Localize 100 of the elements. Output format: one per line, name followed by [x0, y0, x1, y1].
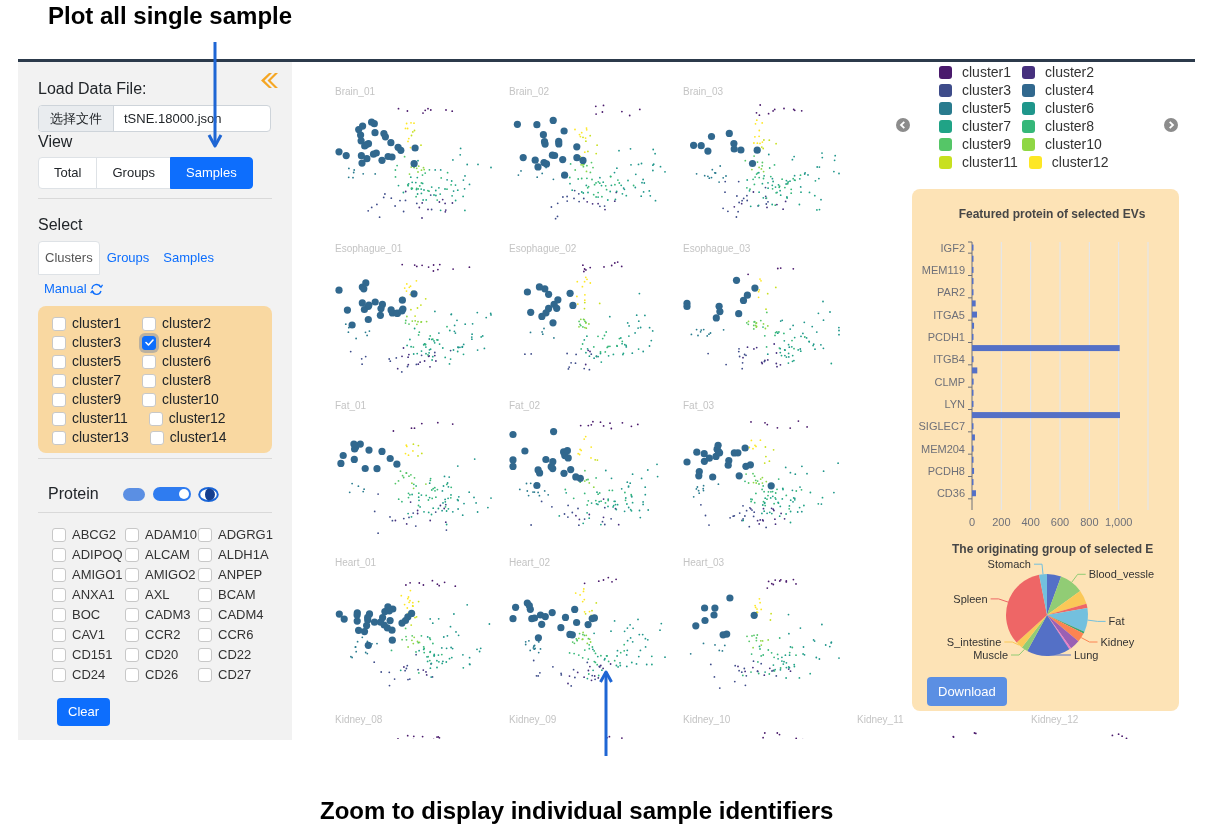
sample-label: Kidney_10: [683, 713, 731, 727]
checkbox-label: AMIGO2: [145, 566, 196, 584]
sample-label: Kidney_09: [509, 713, 557, 727]
checkbox-label: CD24: [72, 666, 106, 684]
sample-label: Esophague_01: [335, 242, 403, 256]
checkbox-label: CD22: [218, 646, 252, 664]
axis-label: CLMP: [934, 375, 965, 388]
sample-label: Kidney_11: [857, 713, 904, 727]
section-heading: Select: [38, 215, 83, 235]
checkbox-label: ALDH1A: [218, 546, 269, 564]
slice-label: S_intestine: [946, 636, 1002, 648]
checkbox-label: BOC: [72, 606, 101, 624]
sample-label: Fat_03: [683, 399, 715, 413]
checkbox-label: CAV1: [72, 626, 105, 644]
sample-label: Brain_03: [683, 85, 724, 99]
checkbox-label: CCR2: [145, 626, 181, 644]
sample-label: Esophague_02: [509, 242, 577, 256]
checkbox-label: CADM4: [218, 606, 264, 624]
sample-label: Fat_01: [335, 399, 367, 413]
axis-label: ITGA5: [933, 308, 965, 321]
checkbox-label: CADM3: [145, 606, 191, 624]
checkbox-label: cluster9: [72, 390, 122, 409]
axis-label: MEM119: [921, 263, 965, 276]
section-heading: Load Data File:: [38, 79, 147, 99]
tick-label: 600: [1050, 516, 1070, 528]
slice-label: Fat: [1108, 615, 1125, 628]
checkbox-label: CD20: [145, 646, 179, 664]
checkbox-label: cluster6: [162, 352, 212, 371]
axis-label: MEM204: [920, 442, 965, 455]
axis-label: PCDH8: [927, 464, 965, 477]
tick-label: 800: [1080, 516, 1099, 528]
checkbox-label: cluster8: [162, 371, 212, 390]
checkbox-label: cluster2: [162, 314, 212, 333]
legend-label: cluster7: [962, 117, 1012, 135]
checkbox-label: CD26: [145, 666, 179, 684]
checkbox-label: CD151: [72, 646, 113, 664]
slice-label: Stomach: [987, 558, 1031, 571]
checkbox-label: ANPEP: [218, 566, 263, 584]
figure-caption: Plot all single sample: [48, 2, 293, 29]
checkbox-label: ABCG2: [72, 526, 117, 544]
tick-label: 200: [992, 516, 1011, 528]
sample-label: Heart_01: [335, 556, 377, 570]
checkbox-label: cluster4: [162, 333, 212, 352]
checkbox-label: cluster14: [169, 428, 227, 447]
slice-label: Muscle: [973, 649, 1008, 661]
chart-title: The originating group of selected E: [952, 542, 1154, 556]
sample-label: Esophague_03: [683, 242, 751, 256]
legend-label: cluster11: [962, 153, 1018, 171]
sample-label: Fat_02: [509, 399, 541, 413]
checkbox-label: cluster5: [72, 352, 122, 371]
slice-label: Blood_vessle: [1088, 568, 1155, 581]
checkbox-label: cluster13: [72, 428, 129, 447]
checkbox-label: AXL: [145, 586, 170, 604]
axis-label: ITGB4: [933, 353, 965, 366]
checkbox-label: cluster10: [162, 390, 219, 409]
checkbox-label: cluster1: [72, 314, 122, 333]
legend-label: cluster12: [1051, 153, 1109, 171]
checkbox-label: ADIPOQ: [72, 546, 123, 564]
legend-label: cluster8: [1045, 117, 1095, 135]
checkbox-label: cluster11: [72, 409, 128, 428]
legend-label: cluster1: [962, 63, 1012, 81]
axis-label: PCDH1: [927, 330, 965, 343]
checkbox-label: CD27: [218, 666, 252, 684]
tick-label: 400: [1021, 516, 1040, 528]
checkbox-label: cluster7: [72, 371, 122, 390]
sample-label: Brain_02: [509, 85, 550, 99]
legend-label: cluster9: [962, 135, 1012, 153]
legend-label: cluster4: [1045, 81, 1095, 99]
legend-label: cluster2: [1045, 63, 1095, 81]
tick-label: 0: [968, 516, 976, 528]
figure-caption: Zoom to display individual sample identifiers: [320, 797, 834, 824]
checkbox-label: ADGRG1: [218, 526, 273, 544]
axis-label: IGF2: [940, 241, 965, 254]
axis-label: SIGLEC7: [918, 420, 965, 433]
sample-label: Brain_01: [335, 85, 376, 99]
legend-label: cluster3: [962, 81, 1012, 99]
checkbox-label: cluster3: [72, 333, 122, 352]
sample-label: Kidney_08: [335, 713, 383, 727]
checkbox-label: cluster12: [168, 409, 226, 428]
checkbox-label: ANXA1: [72, 586, 115, 604]
legend-label: cluster6: [1045, 99, 1095, 117]
checkbox-label: AMIGO1: [72, 566, 123, 584]
sample-label: Heart_02: [509, 556, 551, 570]
section-heading: View: [38, 132, 73, 152]
sample-label: Kidney_12: [1031, 713, 1079, 727]
axis-label: LYN: [944, 397, 965, 410]
section-heading: Protein: [48, 484, 99, 504]
legend-label: cluster10: [1045, 135, 1102, 153]
axis-label: PAR2: [937, 286, 965, 299]
tick-label: 1,000: [1104, 516, 1133, 528]
axis-label: CD36: [936, 487, 965, 500]
sample-label: Heart_03: [683, 556, 725, 570]
slice-label: Kidney: [1100, 636, 1135, 648]
slice-label: Spleen: [953, 592, 988, 605]
checkbox-label: CCR6: [218, 626, 254, 644]
checkbox-label: ALCAM: [145, 546, 190, 564]
legend-label: cluster5: [962, 99, 1012, 117]
slice-label: Lung: [1073, 649, 1099, 661]
checkbox-label: BCAM: [218, 586, 256, 604]
chart-title: Featured protein of selected EVs: [958, 207, 1146, 221]
